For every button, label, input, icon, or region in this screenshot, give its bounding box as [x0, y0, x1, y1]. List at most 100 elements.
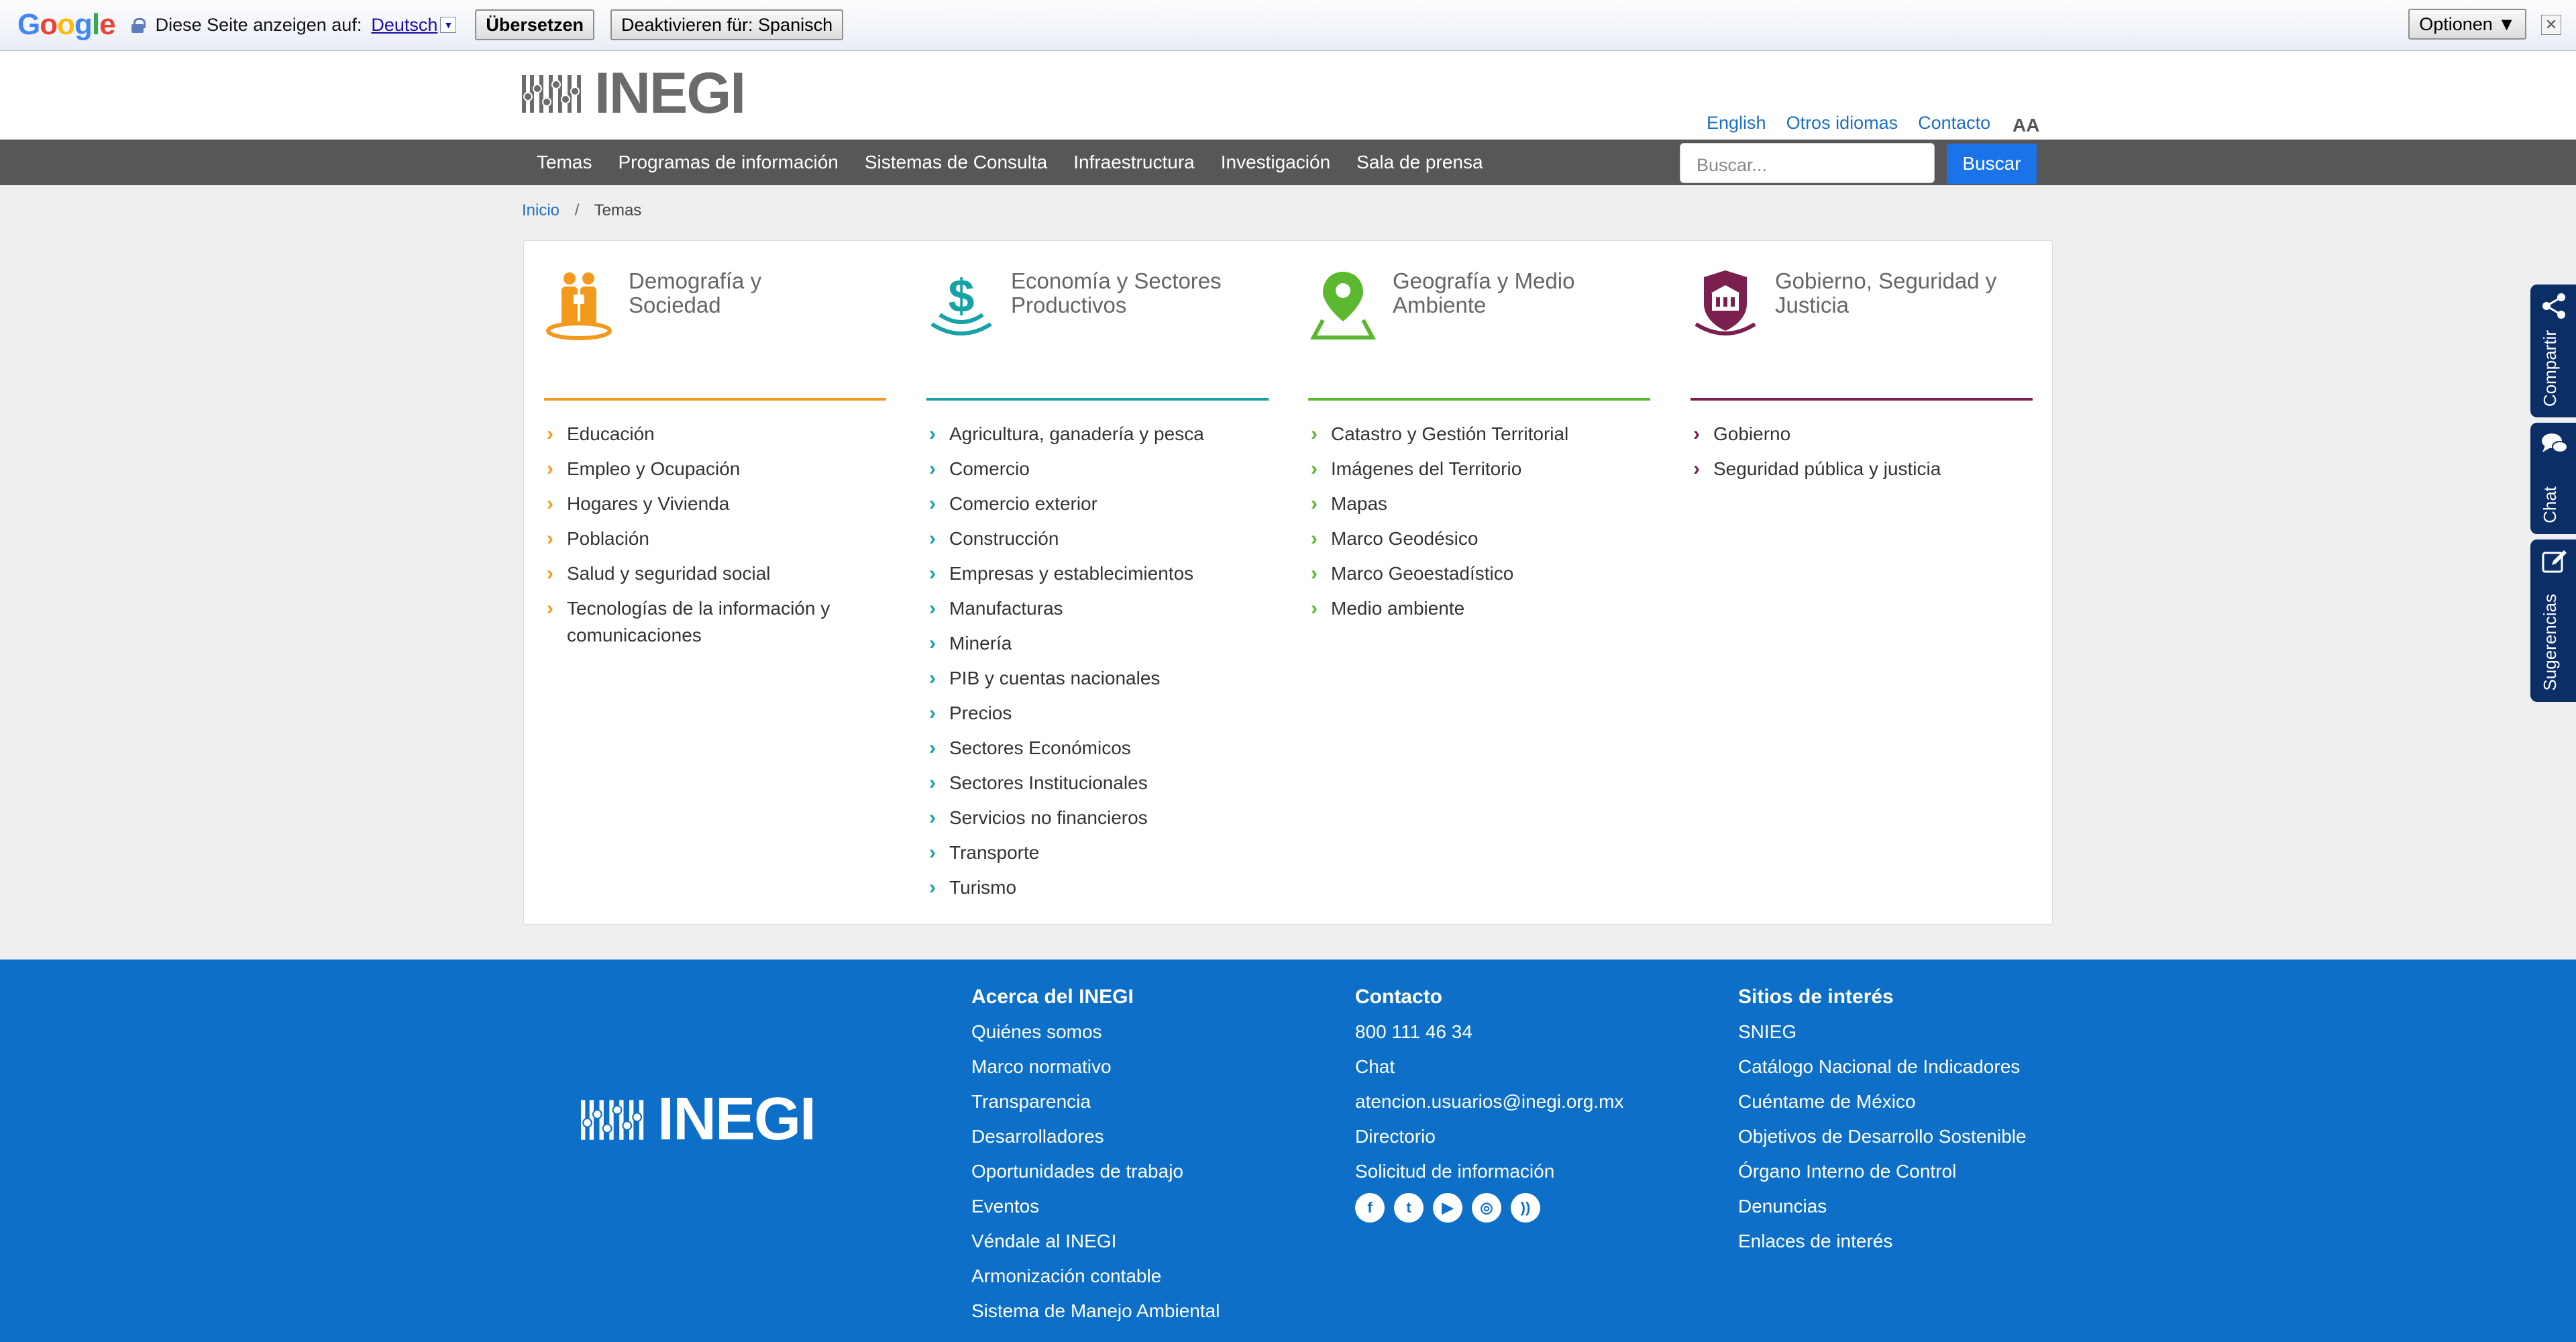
facebook-icon[interactable]: f: [1355, 1193, 1385, 1223]
footer-link[interactable]: Sistema de Manejo Ambiental: [971, 1298, 1220, 1325]
google-logo-letter: G: [17, 8, 40, 41]
topic-link[interactable]: › Agricultura, ganadería y pesca: [926, 421, 1248, 448]
footer-link[interactable]: Enlaces de interés: [1738, 1228, 2027, 1255]
close-icon[interactable]: ✕: [2541, 15, 2561, 35]
translate-bar: Google Diese Seite anzeigen auf: Deutsch…: [0, 0, 2576, 51]
rss-icon[interactable]: )): [1511, 1193, 1540, 1223]
search-input[interactable]: Buscar...: [1680, 143, 1935, 183]
topic-label: Servicios no financieros: [949, 807, 1148, 828]
footer-link[interactable]: Marco normativo: [971, 1053, 1220, 1080]
footer-link[interactable]: Solicitud de información: [1355, 1158, 1623, 1185]
chevron-right-icon: ›: [929, 562, 936, 584]
nav-item-programas[interactable]: Programas de información: [618, 152, 838, 173]
instagram-icon[interactable]: ◎: [1472, 1193, 1501, 1223]
footer-link[interactable]: Catálogo Nacional de Indicadores: [1738, 1053, 2027, 1080]
topic-link[interactable]: › Población: [544, 525, 866, 552]
topic-link[interactable]: › Sectores Económicos: [926, 735, 1248, 762]
translate-button[interactable]: Übersetzen: [475, 9, 594, 40]
topic-link[interactable]: › Empresas y establecimientos: [926, 560, 1248, 587]
topic-link[interactable]: › Marco Geoestadístico: [1308, 560, 1630, 587]
topic-link[interactable]: › Gobierno: [1690, 421, 2012, 448]
topic-link[interactable]: › PIB y cuentas nacionales: [926, 665, 1248, 692]
topic-link[interactable]: › Transporte: [926, 839, 1248, 866]
topic-link[interactable]: › Marco Geodésico: [1308, 525, 1630, 552]
chevron-right-icon: ›: [929, 772, 936, 794]
topic-link[interactable]: › Educación: [544, 421, 866, 448]
topic-label: Imágenes del Territorio: [1331, 458, 1522, 479]
nav-item-investigacion[interactable]: Investigación: [1221, 152, 1330, 173]
topic-link[interactable]: › Catastro y Gestión Territorial: [1308, 421, 1630, 448]
nav-item-infraestructura[interactable]: Infraestructura: [1073, 152, 1195, 173]
footer-link[interactable]: Chat: [1355, 1053, 1623, 1080]
footer-link[interactable]: Véndale al INEGI: [971, 1228, 1220, 1255]
chevron-right-icon: ›: [929, 458, 936, 480]
google-logo: Google: [17, 8, 116, 42]
footer-link[interactable]: 800 111 46 34: [1355, 1019, 1623, 1045]
font-size-toggle[interactable]: AA: [2012, 115, 2039, 136]
topic-link[interactable]: › Precios: [926, 700, 1248, 727]
footer-link[interactable]: Desarrolladores: [971, 1123, 1220, 1150]
footer-link[interactable]: Órgano Interno de Control: [1738, 1158, 2027, 1185]
twitter-icon[interactable]: t: [1394, 1193, 1424, 1223]
footer-link[interactable]: Quiénes somos: [971, 1019, 1220, 1045]
topic-link[interactable]: › Minería: [926, 630, 1248, 657]
footer-link[interactable]: Objetivos de Desarrollo Sostenible: [1738, 1123, 2027, 1150]
language-select[interactable]: Deutsch: [371, 15, 437, 36]
footer-link[interactable]: Transparencia: [971, 1088, 1220, 1115]
nav-item-sistemas[interactable]: Sistemas de Consulta: [865, 152, 1047, 173]
footer-link[interactable]: Eventos: [971, 1193, 1220, 1220]
top-links: English Otros idiomas Contacto: [1707, 113, 2010, 134]
options-button[interactable]: Optionen ▼: [2408, 9, 2526, 40]
inegi-logo[interactable]: INEGI: [522, 61, 746, 125]
disable-translate-button[interactable]: Deaktivieren für: Spanisch: [610, 9, 844, 40]
topic-link[interactable]: › Seguridad pública y justicia: [1690, 456, 2012, 482]
side-tab-share[interactable]: Compartir: [2530, 285, 2576, 417]
category-title: Demografía y Sociedad: [629, 268, 762, 317]
footer-about: Acerca del INEGI Quiénes somos Marco norm…: [971, 984, 1220, 1333]
contact-link[interactable]: Contacto: [1918, 113, 1990, 134]
side-tab-chat[interactable]: Chat: [2530, 423, 2576, 534]
topic-link[interactable]: › Empleo y Ocupación: [544, 456, 866, 482]
nav-item-sala-prensa[interactable]: Sala de prensa: [1356, 152, 1483, 173]
topic-link[interactable]: › Sectores Institucionales: [926, 770, 1248, 796]
topic-link[interactable]: › Tecnologías de la información y comunic…: [544, 595, 866, 649]
youtube-icon[interactable]: ▶: [1433, 1193, 1462, 1223]
search-button[interactable]: Buscar: [1947, 144, 2037, 184]
google-logo-letter: e: [99, 8, 116, 41]
footer-heading: Contacto: [1355, 986, 1442, 1008]
footer-link[interactable]: SNIEG: [1738, 1019, 2027, 1045]
topics-card: Demografía y Sociedad › Educación › Empleo …: [523, 240, 2053, 925]
category-list: › Agricultura, ganadería y pesca › Comercio…: [926, 421, 1248, 909]
nav-item-temas[interactable]: Temas: [537, 152, 592, 173]
footer-link[interactable]: Denuncias: [1738, 1193, 2027, 1220]
footer-link[interactable]: atencion.usuarios@inegi.org.mx: [1355, 1088, 1623, 1115]
topic-link[interactable]: › Comercio exterior: [926, 491, 1248, 517]
topic-link[interactable]: › Comercio: [926, 456, 1248, 482]
topic-label: Medio ambiente: [1331, 598, 1465, 619]
footer-link[interactable]: Directorio: [1355, 1123, 1623, 1150]
other-languages-link[interactable]: Otros idiomas: [1786, 113, 1898, 134]
google-logo-letter: o: [57, 8, 75, 41]
footer-logo[interactable]: INEGI: [581, 1089, 816, 1149]
share-icon: [2541, 293, 2567, 319]
english-link[interactable]: English: [1707, 113, 1766, 134]
topic-link[interactable]: › Mapas: [1308, 491, 1630, 517]
footer-link[interactable]: Oportunidades de trabajo: [971, 1158, 1220, 1185]
topic-link[interactable]: › Servicios no financieros: [926, 805, 1248, 831]
topic-label: Sectores Económicos: [949, 737, 1131, 758]
topic-link[interactable]: › Imágenes del Territorio: [1308, 456, 1630, 482]
topic-label: Manufacturas: [949, 598, 1063, 619]
topic-link[interactable]: › Hogares y Vivienda: [544, 491, 866, 517]
topic-link[interactable]: › Construcción: [926, 525, 1248, 552]
logo-text: INEGI: [594, 61, 746, 125]
topic-label: Marco Geoestadístico: [1331, 563, 1514, 584]
topic-link[interactable]: › Salud y seguridad social: [544, 560, 866, 587]
footer-link[interactable]: Cuéntame de México: [1738, 1088, 2027, 1115]
breadcrumb-home[interactable]: Inicio: [522, 201, 559, 219]
dropdown-arrow-icon[interactable]: ▼: [440, 17, 457, 33]
topic-link[interactable]: › Manufacturas: [926, 595, 1248, 622]
footer-link[interactable]: Armonización contable: [971, 1263, 1220, 1290]
topic-link[interactable]: › Turismo: [926, 874, 1248, 901]
topic-link[interactable]: › Medio ambiente: [1308, 595, 1630, 622]
side-tab-suggestions[interactable]: Sugerencias: [2530, 539, 2576, 702]
